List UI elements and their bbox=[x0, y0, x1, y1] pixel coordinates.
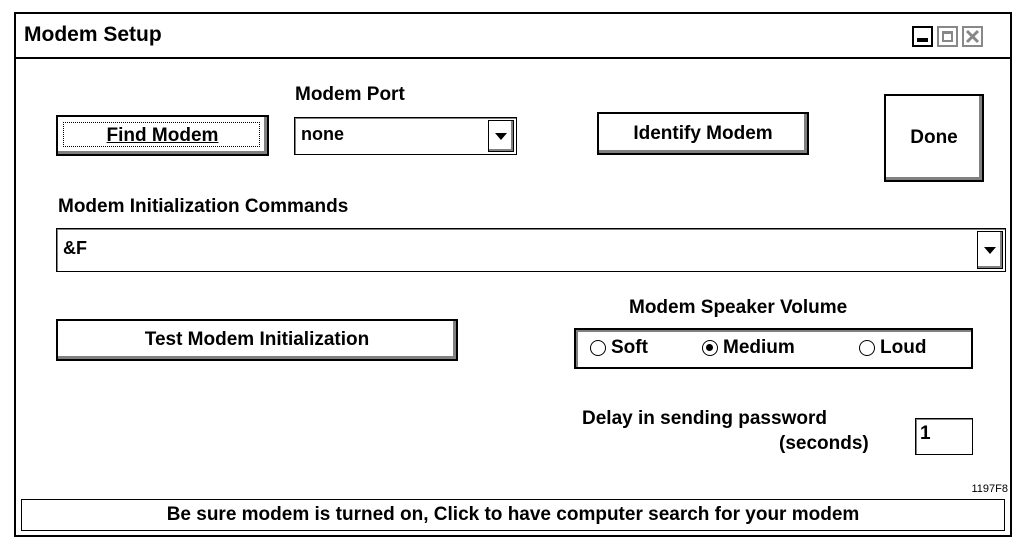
modem-port-select[interactable]: none bbox=[294, 117, 517, 155]
find-modem-button[interactable]: Find Modem bbox=[56, 115, 269, 156]
chevron-down-icon[interactable] bbox=[977, 231, 1003, 269]
modem-port-value: none bbox=[301, 124, 344, 144]
delay-input[interactable]: 1 bbox=[915, 418, 973, 455]
init-commands-value: &F bbox=[63, 238, 87, 258]
maximize-icon[interactable] bbox=[937, 26, 958, 47]
window-title: Modem Setup bbox=[24, 23, 162, 46]
modem-port-label: Modem Port bbox=[295, 84, 405, 105]
radio-loud[interactable]: Loud bbox=[859, 337, 926, 359]
radio-medium[interactable]: Medium bbox=[702, 337, 795, 359]
radio-medium-label: Medium bbox=[723, 337, 795, 358]
init-commands-input[interactable]: &F bbox=[56, 228, 1006, 272]
identify-modem-button[interactable]: Identify Modem bbox=[597, 112, 809, 155]
init-commands-label: Modem Initialization Commands bbox=[58, 196, 349, 217]
figure-id: 1197F8 bbox=[971, 483, 1009, 495]
radio-loud-circle bbox=[859, 340, 875, 356]
identify-modem-label: Identify Modem bbox=[633, 122, 773, 144]
radio-soft-circle bbox=[590, 340, 606, 356]
test-modem-init-button[interactable]: Test Modem Initialization bbox=[56, 319, 458, 361]
modem-setup-window: Modem Setup Find Modem Modem Port none I… bbox=[14, 12, 1012, 537]
focus-rect bbox=[63, 122, 260, 147]
radio-soft-label: Soft bbox=[611, 337, 648, 358]
minimize-icon[interactable] bbox=[912, 26, 933, 47]
chevron-down-icon[interactable] bbox=[488, 120, 514, 152]
title-bar: Modem Setup bbox=[16, 14, 1010, 59]
speaker-volume-group: Soft Medium Loud bbox=[574, 328, 973, 369]
delay-label-line1: Delay in sending password bbox=[582, 408, 827, 429]
test-modem-init-label: Test Modem Initialization bbox=[144, 329, 370, 350]
radio-soft[interactable]: Soft bbox=[590, 337, 648, 359]
status-bar: Be sure modem is turned on, Click to hav… bbox=[21, 499, 1005, 531]
done-button[interactable]: Done bbox=[884, 94, 984, 182]
speaker-volume-label: Modem Speaker Volume bbox=[629, 297, 848, 318]
delay-label-line2: (seconds) bbox=[779, 433, 869, 454]
status-text: Be sure modem is turned on, Click to hav… bbox=[166, 504, 860, 525]
radio-medium-circle bbox=[702, 340, 718, 356]
done-label: Done bbox=[910, 127, 958, 148]
delay-value: 1 bbox=[920, 423, 931, 444]
radio-loud-label: Loud bbox=[880, 337, 927, 358]
close-icon[interactable] bbox=[962, 26, 983, 47]
